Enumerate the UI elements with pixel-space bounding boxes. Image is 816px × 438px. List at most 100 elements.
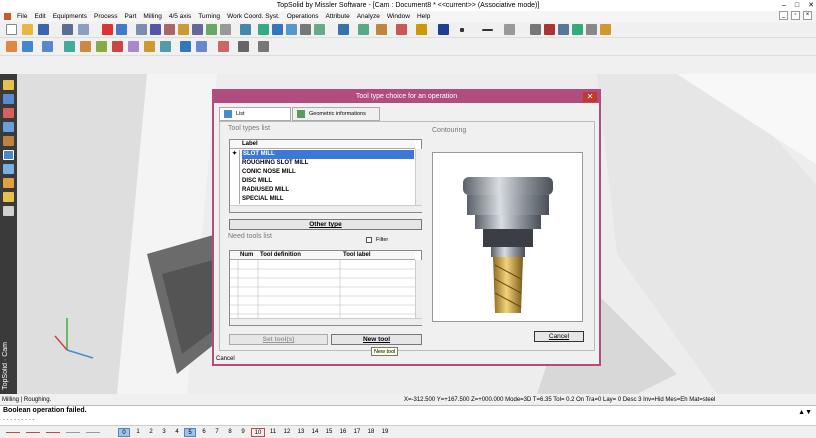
menu-part[interactable]: Part xyxy=(125,13,137,20)
set-tools-button[interactable]: Set tool(s) xyxy=(229,334,328,345)
cam-icon-15[interactable] xyxy=(258,41,269,52)
list-item[interactable]: ✦ SLOT MILL xyxy=(230,150,415,159)
operation-icon[interactable] xyxy=(3,178,14,188)
layer-icon-3[interactable] xyxy=(558,24,569,35)
cam-icon-7[interactable] xyxy=(112,41,123,52)
list-item[interactable]: CONIC NOSE MILL xyxy=(230,168,415,177)
tool-icon-5[interactable] xyxy=(192,24,203,35)
layer-icon-5[interactable] xyxy=(586,24,597,35)
cam-icon-14[interactable] xyxy=(238,41,249,52)
layer-icon-6[interactable] xyxy=(600,24,611,35)
menu-analyze[interactable]: Analyze xyxy=(357,13,380,20)
message-scroll-icon[interactable]: ▲▼ xyxy=(798,409,812,416)
list-item[interactable]: RADIUSED MILL xyxy=(230,186,415,195)
filter-checkbox[interactable] xyxy=(366,237,372,243)
preview-icon[interactable] xyxy=(78,24,89,35)
layer-12[interactable]: 12 xyxy=(280,428,294,437)
menu-attribute[interactable]: Attribute xyxy=(325,13,349,20)
undo-icon[interactable] xyxy=(116,24,127,35)
dialog-title-bar[interactable]: Tool type choice for an operation ✕ xyxy=(214,91,599,103)
close-button[interactable]: ✕ xyxy=(808,0,814,11)
tool-icon-11[interactable] xyxy=(300,24,311,35)
cam-icon-13[interactable] xyxy=(218,41,229,52)
layer-10[interactable]: 10 xyxy=(251,428,265,437)
dialog-close-button[interactable]: ✕ xyxy=(583,92,597,102)
line-style-sample-3[interactable] xyxy=(46,432,60,433)
layer-6[interactable]: 6 xyxy=(198,428,210,437)
menu-4-5-axis[interactable]: 4/5 axis xyxy=(169,13,191,20)
maximize-button[interactable]: □ xyxy=(795,0,799,11)
tab-list[interactable]: List xyxy=(219,107,291,121)
layer-19[interactable]: 19 xyxy=(378,428,392,437)
tool-icon-2[interactable] xyxy=(150,24,161,35)
menu-help[interactable]: Help xyxy=(417,13,430,20)
line-style-sample-2[interactable] xyxy=(26,432,40,433)
simulate-icon[interactable] xyxy=(3,192,14,202)
menu-process[interactable]: Process xyxy=(94,13,117,20)
mill-icon[interactable] xyxy=(3,150,14,160)
menu-turning[interactable]: Turning xyxy=(198,13,220,20)
color-icon[interactable] xyxy=(438,24,449,35)
menu-edit[interactable]: Edit xyxy=(34,13,45,20)
tool-icon-8[interactable] xyxy=(258,24,269,35)
cam-icon-8[interactable] xyxy=(128,41,139,52)
sketch-icon[interactable] xyxy=(3,80,14,90)
new-tool-button[interactable]: New tool xyxy=(331,334,422,345)
menu-window[interactable]: Window xyxy=(387,13,410,20)
tool-icon-3[interactable] xyxy=(164,24,175,35)
cam-icon-5[interactable] xyxy=(80,41,91,52)
post-icon[interactable] xyxy=(3,206,14,216)
zoom-icon[interactable] xyxy=(338,24,349,35)
menu-work-coord-syst[interactable]: Work Coord. Syst. xyxy=(227,13,280,20)
layer-14[interactable]: 14 xyxy=(308,428,322,437)
doc-minimize-button[interactable]: _ xyxy=(779,11,788,20)
new-icon[interactable] xyxy=(6,24,17,35)
menu-operations[interactable]: Operations xyxy=(287,13,319,20)
tab-geometric-informations[interactable]: Geometric informations xyxy=(292,107,380,121)
layer-4[interactable]: 4 xyxy=(171,428,183,437)
layer-17[interactable]: 17 xyxy=(350,428,364,437)
layer-9[interactable]: 9 xyxy=(237,428,249,437)
list-item[interactable]: ROUGHING SLOT MILL xyxy=(230,159,415,168)
curve-icon[interactable] xyxy=(3,108,14,118)
tool-icon-10[interactable] xyxy=(286,24,297,35)
cam-icon-4[interactable] xyxy=(64,41,75,52)
menu-file[interactable]: File xyxy=(17,13,27,20)
delete-icon[interactable] xyxy=(102,24,113,35)
render-icon[interactable] xyxy=(396,24,407,35)
line-style-icon[interactable] xyxy=(482,29,493,31)
cam-icon-9[interactable] xyxy=(144,41,155,52)
tool-icon-9[interactable] xyxy=(272,24,283,35)
cam-icon-3[interactable] xyxy=(42,41,53,52)
layer-1[interactable]: 1 xyxy=(132,428,144,437)
tools-hscroll[interactable] xyxy=(230,318,422,325)
zoom-fit-icon[interactable] xyxy=(358,24,369,35)
tool-icon-1[interactable] xyxy=(136,24,147,35)
layer-icon-2[interactable] xyxy=(544,24,555,35)
layer-5[interactable]: 5 xyxy=(184,428,196,437)
view-icon[interactable] xyxy=(376,24,387,35)
layer-icon-1[interactable] xyxy=(530,24,541,35)
shape-icon[interactable] xyxy=(3,94,14,104)
drill-icon[interactable] xyxy=(3,136,14,146)
tool-icon-4[interactable] xyxy=(178,24,189,35)
layer-18[interactable]: 18 xyxy=(364,428,378,437)
cam-icon-10[interactable] xyxy=(160,41,171,52)
tool-icon-7[interactable] xyxy=(220,24,231,35)
layer-13[interactable]: 13 xyxy=(294,428,308,437)
doc-close-button[interactable]: × xyxy=(803,11,812,20)
tool-types-vscroll[interactable] xyxy=(415,149,422,205)
line-style-sample-5[interactable] xyxy=(86,432,100,433)
list-item[interactable]: SPECIAL MILL xyxy=(230,195,415,204)
menu-milling[interactable]: Milling xyxy=(143,13,161,20)
list-item[interactable]: DISC MILL xyxy=(230,177,415,186)
pencil-icon[interactable] xyxy=(416,24,427,35)
save-icon[interactable] xyxy=(38,24,49,35)
tools-vscroll[interactable] xyxy=(415,260,422,318)
cam-icon-12[interactable] xyxy=(196,41,207,52)
layer-0[interactable]: 0 xyxy=(118,428,130,437)
tool-types-hscroll[interactable] xyxy=(230,205,422,212)
cancel-button[interactable]: Cancel xyxy=(534,331,584,342)
doc-restore-button[interactable]: ▫ xyxy=(791,11,800,20)
minimize-button[interactable]: – xyxy=(782,0,786,11)
